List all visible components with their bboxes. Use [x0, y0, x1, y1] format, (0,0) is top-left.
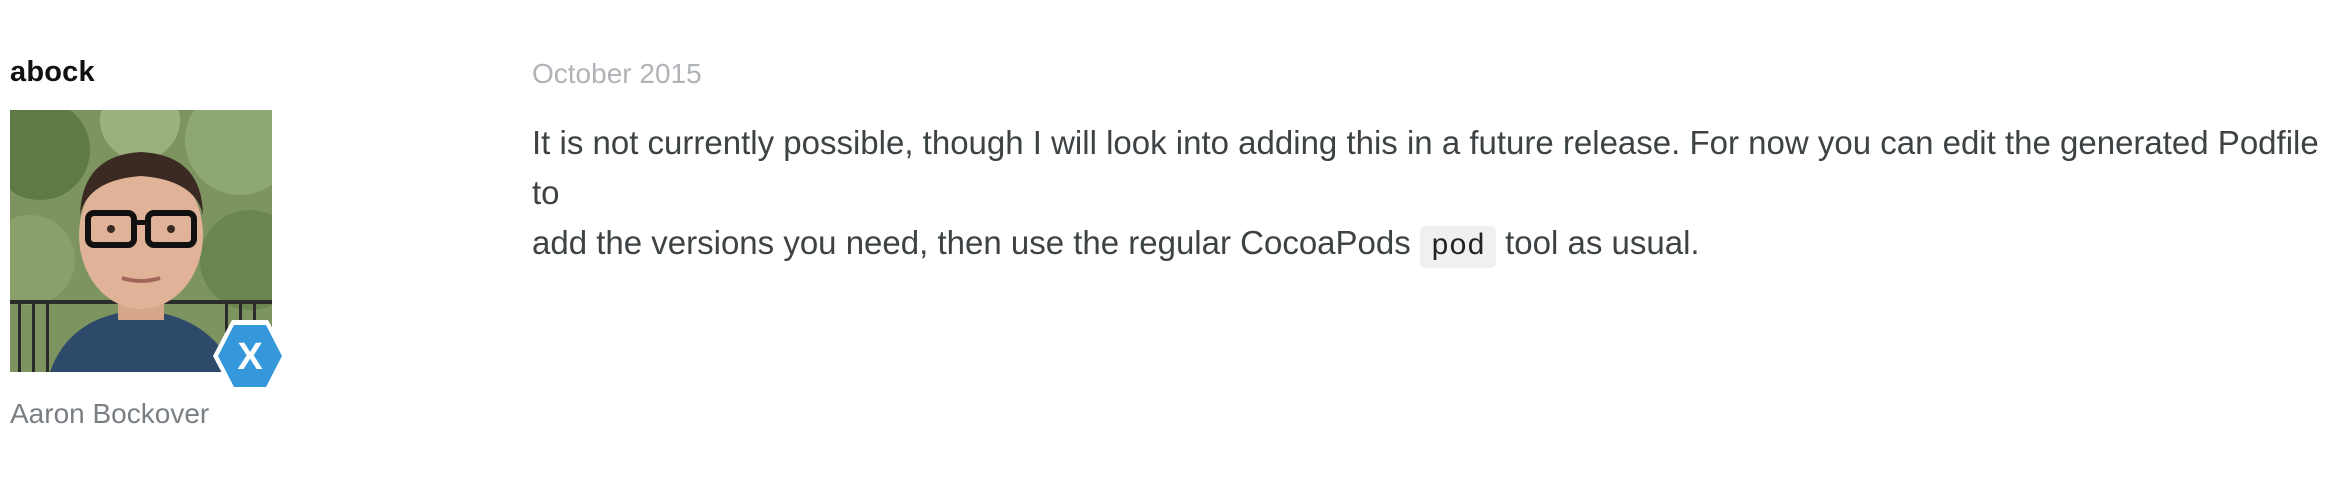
post-body-line-2-start: add the versions you need, then use the …: [532, 224, 1420, 261]
post-body-line-1: It is not currently possible, though I w…: [532, 124, 2319, 211]
post-body: It is not currently possible, though I w…: [532, 118, 2332, 272]
author-username-link[interactable]: abock: [10, 56, 95, 89]
author-display-name: Aaron Bockover: [10, 398, 210, 429]
xamarin-badge-icon: X: [210, 316, 290, 396]
post-body-line-2-end: tool as usual.: [1495, 224, 1700, 261]
author-avatar-container[interactable]: X: [10, 110, 287, 392]
inline-code: pod: [1419, 226, 1496, 268]
badge-letter: X: [237, 336, 263, 378]
post-date-link[interactable]: October 2015: [532, 58, 702, 90]
